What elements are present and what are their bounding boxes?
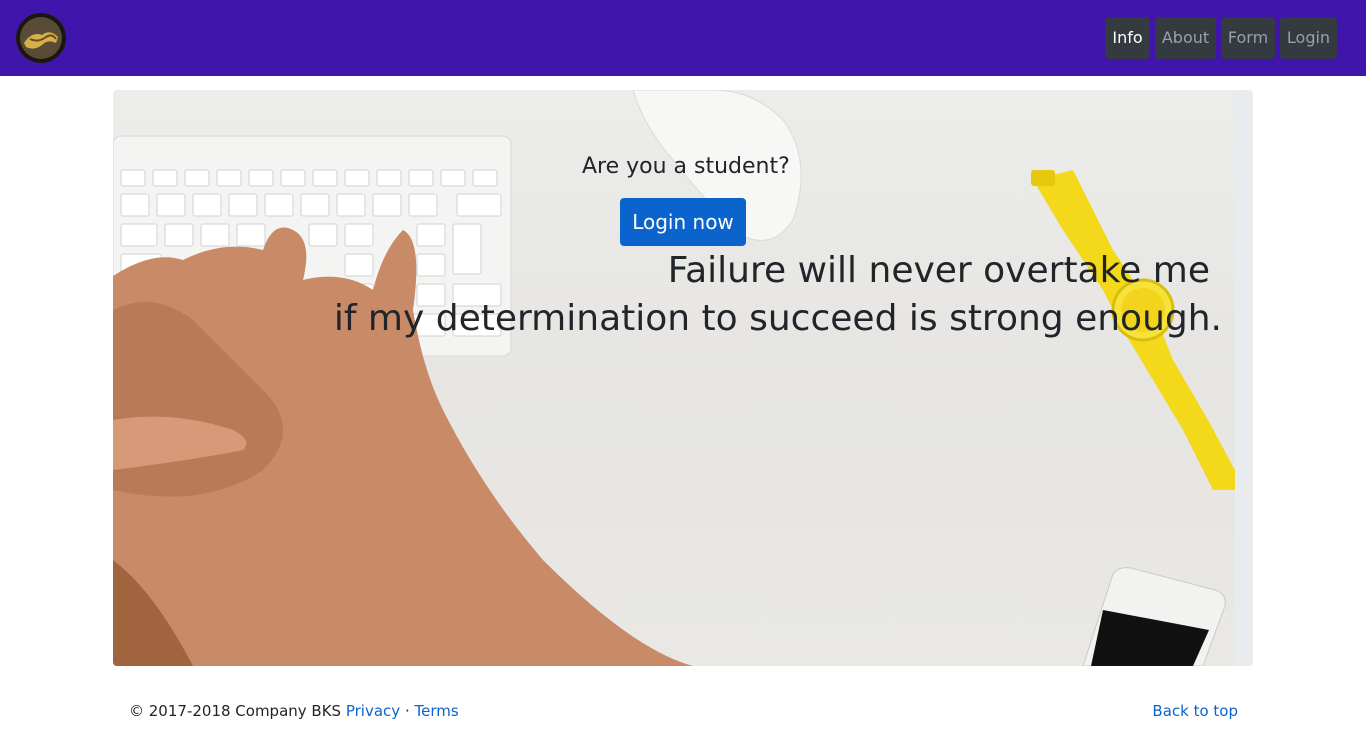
footer: © 2017-2018 Company BKS Privacy · Terms …: [0, 698, 1366, 724]
handshake-logo-icon[interactable]: [16, 13, 66, 63]
privacy-link[interactable]: Privacy: [346, 702, 400, 720]
nav-login[interactable]: Login: [1280, 17, 1337, 59]
hero-jumbotron: Are you a student? Login now Failure wil…: [113, 90, 1253, 666]
quote-line-1: Failure will never overtake me: [667, 250, 1210, 291]
nav-info[interactable]: Info: [1105, 17, 1150, 59]
student-question: Are you a student?: [582, 154, 790, 179]
footer-separator: ·: [404, 702, 410, 720]
login-now-button[interactable]: Login now: [620, 198, 746, 246]
terms-link[interactable]: Terms: [415, 702, 459, 720]
footer-left: © 2017-2018 Company BKS Privacy · Terms: [129, 698, 459, 724]
quote-line-2: if my determination to succeed is strong…: [333, 298, 1222, 339]
navbar: Info About Form Login: [0, 0, 1366, 76]
back-to-top-link[interactable]: Back to top: [1152, 698, 1238, 724]
copyright-text: © 2017-2018 Company BKS: [129, 702, 342, 720]
nav-links: Info About Form Login: [1105, 17, 1337, 59]
nav-about[interactable]: About: [1155, 17, 1216, 59]
nav-form[interactable]: Form: [1221, 17, 1275, 59]
